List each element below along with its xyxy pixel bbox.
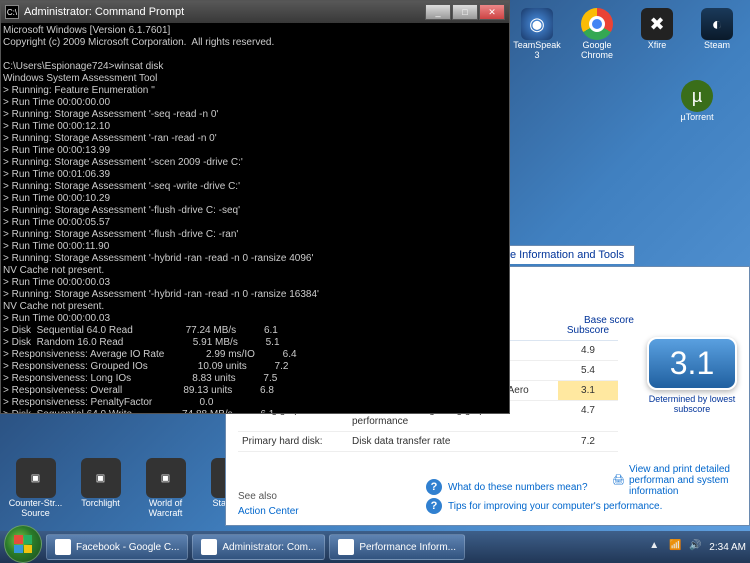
icon-label: World of Warcraft: [138, 498, 193, 518]
app-icon: ✖: [641, 8, 673, 40]
link-label: Tips for improving your computer's perfo…: [448, 501, 662, 512]
volume-icon[interactable]: 🔊: [689, 540, 703, 554]
cmd-window: C:\ Administrator: Command Prompt _ □ ✕ …: [0, 0, 510, 414]
printer-icon: 🖨: [612, 475, 625, 486]
icon-label: µTorrent: [680, 112, 713, 122]
taskbar-button[interactable]: Facebook - Google C...: [46, 534, 188, 560]
app-icon: [581, 8, 613, 40]
app-icon: ◉: [521, 8, 553, 40]
subscore-cell: 5.4: [558, 361, 618, 381]
desktop-icon[interactable]: ◐Steam: [692, 8, 742, 60]
icon-label: TeamSpeak 3: [512, 40, 562, 60]
utorrent-icon: µ: [681, 80, 713, 112]
link-tips[interactable]: ? Tips for improving your computer's perf…: [426, 498, 739, 514]
address-tab[interactable]: ice Information and Tools: [491, 245, 635, 264]
desktop-icon-utorrent[interactable]: µ µTorrent: [672, 80, 722, 122]
subscore-cell: 3.1: [558, 381, 618, 401]
col-basescore: Base score: [584, 315, 634, 326]
help-icon: ?: [426, 479, 442, 495]
taskbar-button[interactable]: Performance Inform...: [329, 534, 465, 560]
clock[interactable]: 2:34 AM: [709, 542, 746, 553]
app-icon: [55, 539, 71, 555]
taskbar-label: Administrator: Com...: [222, 542, 316, 553]
desktop-icon[interactable]: ✖Xfire: [632, 8, 682, 60]
desktop-icon[interactable]: Google Chrome: [572, 8, 622, 60]
link-action-center[interactable]: Action Center: [238, 506, 299, 517]
cmd-titlebar[interactable]: C:\ Administrator: Command Prompt _ □ ✕: [1, 1, 509, 23]
desktop-icon[interactable]: ◉TeamSpeak 3: [512, 8, 562, 60]
close-button[interactable]: ✕: [479, 4, 505, 20]
icon-label: Counter-Str... Source: [8, 498, 63, 518]
app-icon: [338, 539, 354, 555]
game-icon: ▣: [16, 458, 56, 498]
cmd-icon: C:\: [5, 5, 19, 19]
window-title: Administrator: Command Prompt: [24, 6, 184, 18]
base-score-caption: Determined by lowest subscore: [647, 394, 737, 414]
link-label: View and print detailed performan and sy…: [629, 464, 739, 497]
icon-label: Google Chrome: [572, 40, 622, 60]
cmd-output[interactable]: Microsoft Windows [Version 6.1.7601] Cop…: [1, 23, 509, 413]
seealso-heading: See also: [238, 491, 277, 502]
table-row: Primary hard disk:Disk data transfer rat…: [238, 432, 618, 452]
taskbar-label: Performance Inform...: [359, 542, 456, 553]
component-cell: Primary hard disk:: [238, 432, 348, 452]
network-icon[interactable]: 📶: [669, 540, 683, 554]
minimize-button[interactable]: _: [425, 4, 451, 20]
icon-label: Torchlight: [81, 498, 120, 508]
desktop-icon[interactable]: ▣Counter-Str... Source: [8, 458, 63, 518]
app-icon: ◐: [701, 8, 733, 40]
base-score-value: 3.1: [647, 337, 737, 390]
link-label: What do these numbers mean?: [448, 482, 588, 493]
taskbar-label: Facebook - Google C...: [76, 542, 179, 553]
icon-label: Xfire: [648, 40, 667, 50]
taskbar: Facebook - Google C... Administrator: Com…: [0, 531, 750, 563]
maximize-button[interactable]: □: [452, 4, 478, 20]
subscore-cell: 4.7: [558, 401, 618, 432]
start-button[interactable]: [4, 525, 42, 563]
detail-cell: Disk data transfer rate: [348, 432, 558, 452]
game-icon: ▣: [81, 458, 121, 498]
icon-label: Steam: [704, 40, 730, 50]
app-icon: [201, 539, 217, 555]
taskbar-button[interactable]: Administrator: Com...: [192, 534, 325, 560]
system-tray[interactable]: ▲ 📶 🔊 2:34 AM: [649, 540, 746, 554]
desktop-icon[interactable]: ▣World of Warcraft: [138, 458, 193, 518]
desktop-icon[interactable]: ▣Torchlight: [73, 458, 128, 518]
windows-logo-icon: [14, 535, 32, 553]
subscore-cell: 4.9: [558, 341, 618, 361]
tray-icon[interactable]: ▲: [649, 540, 663, 554]
subscore-cell: 7.2: [558, 432, 618, 452]
game-icon: ▣: [146, 458, 186, 498]
help-icon: ?: [426, 498, 442, 514]
link-print-details[interactable]: 🖨 View and print detailed performan and …: [612, 464, 739, 497]
